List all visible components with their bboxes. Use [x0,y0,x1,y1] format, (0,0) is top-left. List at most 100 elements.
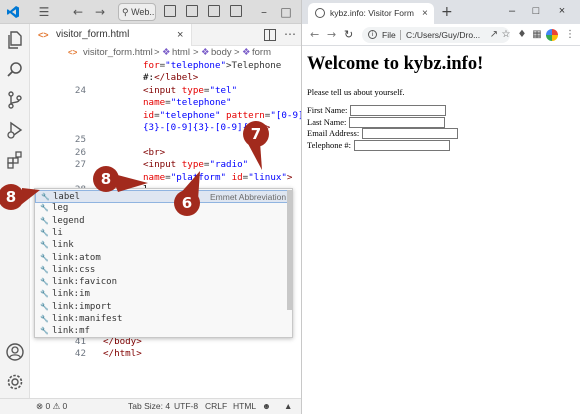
command-center-search[interactable]: ⚲ Web... [118,3,156,21]
toggle-sidebar-icon[interactable] [164,5,176,17]
suggestion-label: link:favicon [52,277,118,288]
language-status[interactable]: HTML [233,399,256,414]
close-tab-icon[interactable]: × [422,3,428,24]
extensions-icon[interactable] [5,150,25,170]
reload-icon[interactable]: ↻ [344,24,353,46]
line-number: 26 [74,146,86,158]
first-name-label: First Name: [307,105,348,115]
suggestion-item[interactable]: 🔧 li [35,227,292,240]
run-debug-icon[interactable] [5,120,25,140]
code-line: </html> [103,348,142,360]
suggestion-item[interactable]: 🔧 link [35,239,292,252]
customize-layout-icon[interactable] [230,5,242,17]
share-icon[interactable]: ↗ [488,29,500,41]
suggestion-item[interactable]: 🔧 link:manifest [35,313,292,326]
suggestion-item[interactable]: 🔧 link:css [35,264,292,277]
status-bar: ⊗ 0 ⚠ 0 Tab Size: 4 UTF-8 CRLF HTML ☻ ▲ [0,398,301,414]
suggestion-item[interactable]: 🔧 legend [35,215,292,228]
account-icon[interactable] [5,342,25,362]
minimize-icon[interactable]: – [256,4,272,20]
extensions-puzzle-icon[interactable]: ♦ [516,29,528,41]
more-actions-icon[interactable]: ⋯ [284,24,296,44]
suggestion-item[interactable]: 🔧 link:im [35,288,292,301]
breadcrumb-body[interactable]: body [211,46,232,60]
suggestion-label: link:atom [52,252,101,263]
suggestion-scrollbar[interactable] [287,190,292,310]
source-control-icon[interactable] [5,90,25,110]
tab-label: visitor_form.html [56,29,130,40]
line-number: 42 [74,348,86,360]
back-arrow-icon[interactable]: ← [70,4,86,20]
maximize-icon[interactable]: □ [526,2,546,20]
code-line: <input type="tel" [143,84,238,96]
maximize-icon[interactable]: □ [278,4,294,20]
breadcrumb-html[interactable]: html [172,46,190,60]
activity-bar [0,24,30,398]
suggestion-label: legend [52,215,85,226]
suggestion-widget[interactable]: 🔧 label Emmet Abbreviation 🔧 leg 🔧 legend 🔧 li 🔧 l… [34,188,293,338]
browser-tabstrip: kybz.info: Visitor Form × + – □ × [302,0,580,24]
suggestion-label: link [52,240,74,251]
forward-arrow-icon[interactable]: → [92,4,108,20]
code-line: #:</label> [143,72,199,84]
suggestion-item[interactable]: 🔧 label Emmet Abbreviation [35,190,292,203]
close-tab-icon[interactable]: × [177,24,183,46]
vscode-logo-icon [7,6,19,18]
explorer-icon[interactable] [5,30,25,50]
form-row-telephone: Telephone #: [307,140,450,151]
emmet-wrench-icon: 🔧 [40,278,49,287]
form-row-first-name: First Name: [307,105,446,116]
first-name-input[interactable] [350,105,446,116]
search-icon[interactable] [5,60,25,80]
browser-menu-icon[interactable]: ⋮ [564,29,576,41]
toggle-secondary-sidebar-icon[interactable] [208,5,220,17]
address-scheme: File [382,30,396,40]
back-arrow-icon[interactable]: ← [310,24,319,46]
problems-status[interactable]: ⊗ 0 ⚠ 0 [36,399,67,414]
tab-size-status[interactable]: Tab Size: 4 [128,399,170,414]
suggestion-item[interactable]: 🔧 link:import [35,301,292,314]
suggestion-item[interactable]: 🔧 leg [35,202,292,215]
code-line: <br> [143,146,166,158]
suggestion-item[interactable]: 🔧 link:mf [35,325,292,337]
minimize-icon[interactable]: – [502,2,522,20]
sidebar-icon[interactable]: ▦ [531,29,543,41]
browser-tab[interactable]: kybz.info: Visitor Form × [308,3,434,24]
menu-icon[interactable]: ☰ [36,4,52,20]
copilot-icon[interactable]: ☻ [262,399,271,414]
telephone-input[interactable] [354,140,450,151]
browser-tab-title: kybz.info: Visitor Form [330,8,414,18]
toggle-panel-icon[interactable] [186,5,198,17]
breadcrumb-separator: > [193,47,199,58]
suggestion-label: link:im [52,289,90,300]
callout-6: 6 [174,190,200,216]
suggestion-label: leg [52,203,69,214]
code-line: name="platform" id="linux"> [143,171,293,183]
last-name-input[interactable] [349,117,445,128]
forward-arrow-icon[interactable]: → [327,24,336,46]
page-heading: Welcome to kybz.info! [307,54,484,74]
notifications-bell-icon[interactable]: ▲ [284,399,292,414]
suggestion-item[interactable]: 🔧 link:favicon [35,276,292,289]
tab-visitor-form[interactable]: <> visitor_form.html × [30,24,192,46]
split-editor-icon[interactable] [264,29,276,41]
email-input[interactable] [362,128,458,139]
breadcrumb-file[interactable]: visitor_form.html [83,46,153,60]
encoding-status[interactable]: UTF-8 [174,399,198,414]
close-window-icon[interactable]: × [552,2,572,20]
breadcrumb-form[interactable]: form [252,46,271,60]
callout-8-mid: 8 [93,166,119,192]
suggestion-label: link:manifest [52,314,123,324]
manage-gear-icon[interactable] [5,372,25,392]
profile-avatar-icon[interactable] [546,29,558,41]
browser-toolbar: ← → ↻ i File C:/Users/Guy/Dro... ↗ ☆ ♦ ▦… [302,24,580,46]
eol-status[interactable]: CRLF [205,399,227,414]
emmet-wrench-icon: 🔧 [40,228,49,237]
editor-tabs: <> visitor_form.html × ⋯ [30,24,301,46]
suggestion-item[interactable]: 🔧 link:atom [35,252,292,265]
vscode-window: ☰ ← → ⚲ Web... – □ <> visitor_form.html … [0,0,302,414]
new-tab-icon[interactable]: + [441,4,453,20]
browser-window: kybz.info: Visitor Form × + – □ × ← → ↻ … [302,0,580,414]
suggestion-label: link:css [52,264,96,275]
bookmark-star-icon[interactable]: ☆ [500,29,512,41]
